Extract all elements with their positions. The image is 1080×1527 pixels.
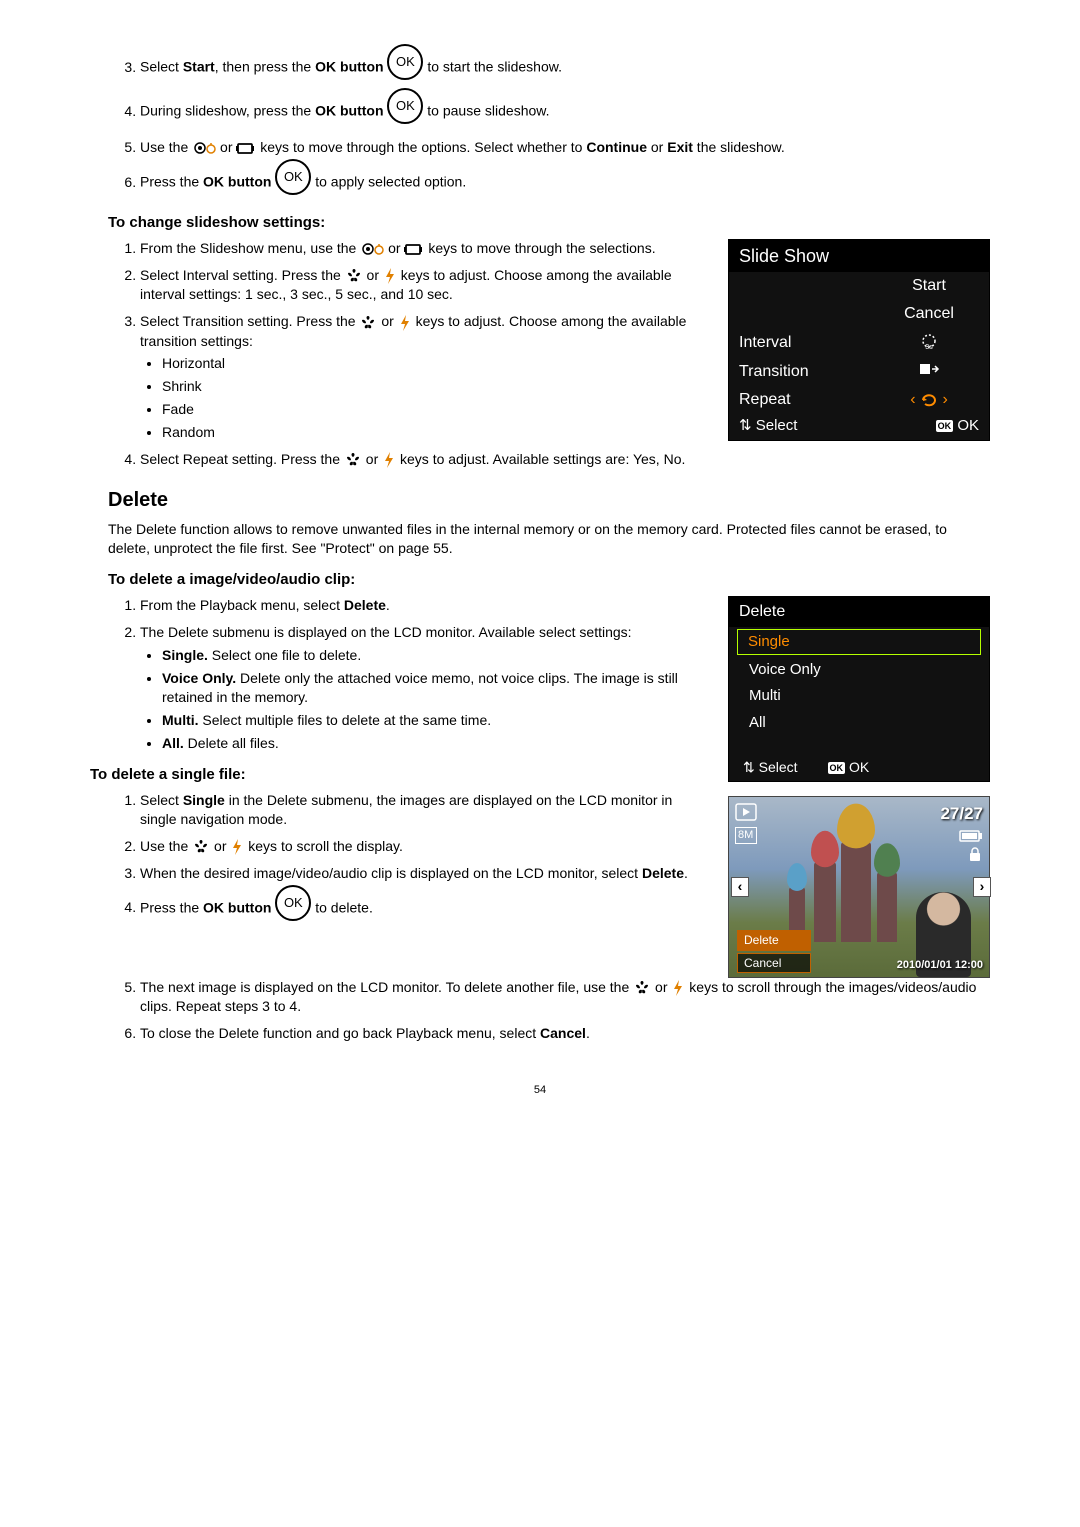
lcd-delete-menu: Delete Single Voice Only Multi All ⇅ Sel…	[728, 596, 990, 781]
ok-badge-icon: OK	[828, 762, 846, 774]
single-step-3: When the desired image/video/audio clip …	[140, 864, 708, 883]
transition-random: Random	[162, 423, 708, 442]
change-settings-steps-cont: Select Repeat setting. Press the or keys…	[90, 450, 990, 469]
photo-datetime: 2010/01/01 12:00	[897, 958, 983, 973]
photo-delete-button: Delete	[737, 930, 811, 950]
flower-key-icon	[192, 838, 210, 856]
ok-badge-icon: OK	[936, 420, 954, 432]
delete-options-list: Single. Select one file to delete. Voice…	[140, 646, 708, 752]
single-step-2: Use the or keys to scroll the display.	[140, 837, 708, 856]
single-step-4: Press the OK button OK to delete.	[140, 891, 708, 927]
lcd-delete-multi: Multi	[729, 683, 989, 709]
delete-option-multi: Multi. Select multiple files to delete a…	[162, 711, 708, 730]
flash-key-icon	[398, 314, 412, 332]
lcd-transition-icon	[879, 361, 979, 383]
display-key-icon	[404, 242, 424, 256]
photo-counter: 27/27	[940, 803, 983, 826]
lcd-delete-single: Single	[737, 629, 981, 655]
svg-text:3s: 3s	[925, 344, 933, 349]
step-6-apply: Press the OK button OK to apply selected…	[140, 165, 990, 201]
lcd-slideshow-menu: Slide Show Start Cancel Interval 3s Trans…	[728, 239, 990, 441]
playback-icon	[735, 803, 757, 821]
single-step-5: The next image is displayed on the LCD m…	[140, 978, 990, 1016]
flash-key-icon	[382, 451, 396, 469]
lcd-slideshow-footer: ⇅ Select OK OK	[729, 413, 989, 439]
lcd-repeat-value: ‹ ›	[879, 389, 979, 411]
page-number: 54	[90, 1083, 990, 1098]
display-key-icon	[236, 141, 256, 155]
change-settings-steps: From the Slideshow menu, use the or keys…	[90, 239, 708, 442]
lcd-delete-all: All	[729, 710, 989, 736]
flower-key-icon	[633, 979, 651, 997]
step-5-navigate: Use the or keys to move through the opti…	[140, 138, 990, 157]
flash-key-icon	[230, 838, 244, 856]
ok-button-icon: OK	[387, 88, 423, 124]
macro-key-icon	[192, 140, 216, 156]
lcd-transition-label: Transition	[739, 361, 879, 383]
macro-key-icon	[360, 241, 384, 257]
change-step-2-interval: Select Interval setting. Press the or ke…	[140, 266, 708, 304]
single-step-6: To close the Delete function and go back…	[140, 1024, 990, 1043]
lcd-delete-title: Delete	[729, 597, 989, 627]
flower-key-icon	[345, 267, 363, 285]
updown-icon: ⇅	[743, 759, 755, 775]
nav-right-icon: ›	[973, 877, 991, 897]
transition-fade: Fade	[162, 400, 708, 419]
change-step-3-transition: Select Transition setting. Press the or …	[140, 312, 708, 442]
transition-options: Horizontal Shrink Fade Random	[140, 354, 708, 442]
delete-option-all: All. Delete all files.	[162, 734, 708, 753]
photo-cancel-button: Cancel	[737, 953, 811, 973]
photo-top-left-icons: 8M	[735, 803, 757, 844]
subhead-change-settings: To change slideshow settings:	[90, 213, 990, 233]
step-4-pause: During slideshow, press the OK button OK…	[140, 94, 990, 130]
ok-button-icon: OK	[275, 885, 311, 921]
section-head-delete: Delete	[90, 487, 990, 514]
photo-top-right-info: 27/27	[940, 803, 983, 862]
flash-key-icon	[383, 267, 397, 285]
transition-horizontal: Horizontal	[162, 354, 708, 373]
lcd-cancel: Cancel	[879, 303, 979, 325]
ok-button-icon: OK	[275, 159, 311, 195]
battery-icon	[959, 830, 983, 842]
delete-clip-step-1: From the Playback menu, select Delete.	[140, 596, 708, 615]
slideshow-steps-continued: Select Start, then press the OK button O…	[90, 50, 990, 201]
protect-icon	[967, 846, 983, 862]
lcd-start: Start	[879, 275, 979, 297]
updown-icon: ⇅	[739, 417, 752, 434]
delete-clip-steps: From the Playback menu, select Delete. T…	[90, 596, 708, 752]
change-step-4-repeat: Select Repeat setting. Press the or keys…	[140, 450, 990, 469]
delete-intro-text: The Delete function allows to remove unw…	[90, 520, 990, 558]
flash-key-icon	[671, 979, 685, 997]
lcd-interval-icon: 3s	[879, 331, 979, 356]
delete-single-steps: Select Single in the Delete submenu, the…	[90, 791, 708, 927]
photo-nav-arrows: ‹ ›	[729, 877, 993, 897]
change-step-1: From the Slideshow menu, use the or keys…	[140, 239, 708, 258]
delete-option-voice: Voice Only. Delete only the attached voi…	[162, 669, 708, 707]
nav-left-icon: ‹	[731, 877, 749, 897]
ok-button-icon: OK	[387, 44, 423, 80]
transition-shrink: Shrink	[162, 377, 708, 396]
lcd-repeat-label: Repeat	[739, 389, 879, 411]
subhead-delete-single: To delete a single file:	[90, 765, 708, 785]
lcd-photo-preview: 8M 27/27 ‹ › Delete Cancel 2010/01/01 12…	[728, 796, 990, 978]
delete-option-single: Single. Select one file to delete.	[162, 646, 708, 665]
lcd-interval-label: Interval	[739, 332, 879, 354]
flower-key-icon	[359, 314, 377, 332]
single-step-1: Select Single in the Delete submenu, the…	[140, 791, 708, 829]
delete-single-steps-cont: The next image is displayed on the LCD m…	[90, 978, 990, 1043]
photo-size-badge: 8M	[735, 827, 757, 844]
lcd-delete-footer: ⇅ Select OK OK	[729, 754, 989, 781]
flower-key-icon	[344, 451, 362, 469]
subhead-delete-clip: To delete a image/video/audio clip:	[90, 570, 990, 590]
lcd-delete-voice: Voice Only	[729, 657, 989, 683]
delete-clip-step-2: The Delete submenu is displayed on the L…	[140, 623, 708, 752]
step-3-select-start: Select Start, then press the OK button O…	[140, 50, 990, 86]
lcd-slideshow-title: Slide Show	[729, 240, 989, 272]
